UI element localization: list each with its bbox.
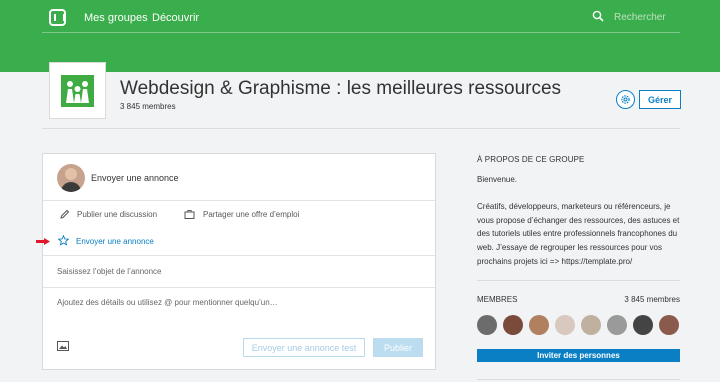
invite-people-button[interactable]: Inviter des personnes [477,349,680,362]
send-announcement-option[interactable]: Envoyer une annonce [76,237,154,246]
search-icon[interactable] [592,10,604,22]
divider [43,255,435,256]
member-avatar[interactable] [633,315,653,335]
member-avatar[interactable] [607,315,627,335]
divider [43,287,435,288]
about-text: Bienvenue. Créatifs, développeurs, marke… [477,173,682,268]
red-arrow-icon [36,238,50,245]
share-job-option[interactable]: Partager une offre d’emploi [203,210,299,219]
briefcase-icon[interactable] [184,209,195,220]
group-member-count: 3 845 membres [120,102,176,111]
announcement-details-input[interactable]: Ajoutez des détails ou utilisez @ pour m… [57,298,278,307]
about-title: À PROPOS DE CE GROUPE [477,155,585,164]
gear-icon [621,95,630,104]
send-test-announcement-button[interactable]: Envoyer une annonce test [243,338,365,357]
settings-button[interactable] [616,90,635,109]
member-avatar[interactable] [503,315,523,335]
image-icon[interactable] [57,341,69,351]
manage-button[interactable]: Gérer [639,90,681,109]
page-title: Webdesign & Graphisme : les meilleures r… [120,78,562,99]
home-logo-icon[interactable] [49,9,66,26]
about-description: Créatifs, développeurs, marketeurs ou ré… [477,202,680,266]
group-logo [49,62,106,119]
divider [43,200,435,201]
about-welcome: Bienvenue. [477,175,518,184]
nav-discover[interactable]: Découvrir [152,12,199,24]
header-divider [42,32,680,33]
member-avatar[interactable] [477,315,497,335]
publish-discussion-option[interactable]: Publier une discussion [77,210,157,219]
divider [477,280,680,281]
member-avatar[interactable] [659,315,679,335]
member-avatar-list [477,315,679,335]
member-avatar[interactable] [529,315,549,335]
pencil-icon[interactable] [59,209,70,220]
members-title: MEMBRES [477,295,518,304]
nav-my-groups[interactable]: Mes groupes [84,12,148,24]
composer-heading: Envoyer une annonce [91,173,179,183]
search-input[interactable]: Rechercher [614,12,666,23]
member-avatar[interactable] [581,315,601,335]
members-count[interactable]: 3 845 membres [620,295,680,304]
post-composer: Envoyer une annonce Publier une discussi… [42,153,436,370]
announcement-subject-input[interactable]: Saisissez l’objet de l’annonce [57,267,162,276]
divider [477,379,680,380]
title-divider [42,128,680,129]
publish-button[interactable]: Publier [373,338,423,357]
member-avatar[interactable] [555,315,575,335]
avatar [57,164,85,192]
top-bar: Mes groupes Découvrir Rechercher [0,0,720,72]
group-people-icon [66,80,89,103]
star-icon[interactable] [58,235,69,246]
